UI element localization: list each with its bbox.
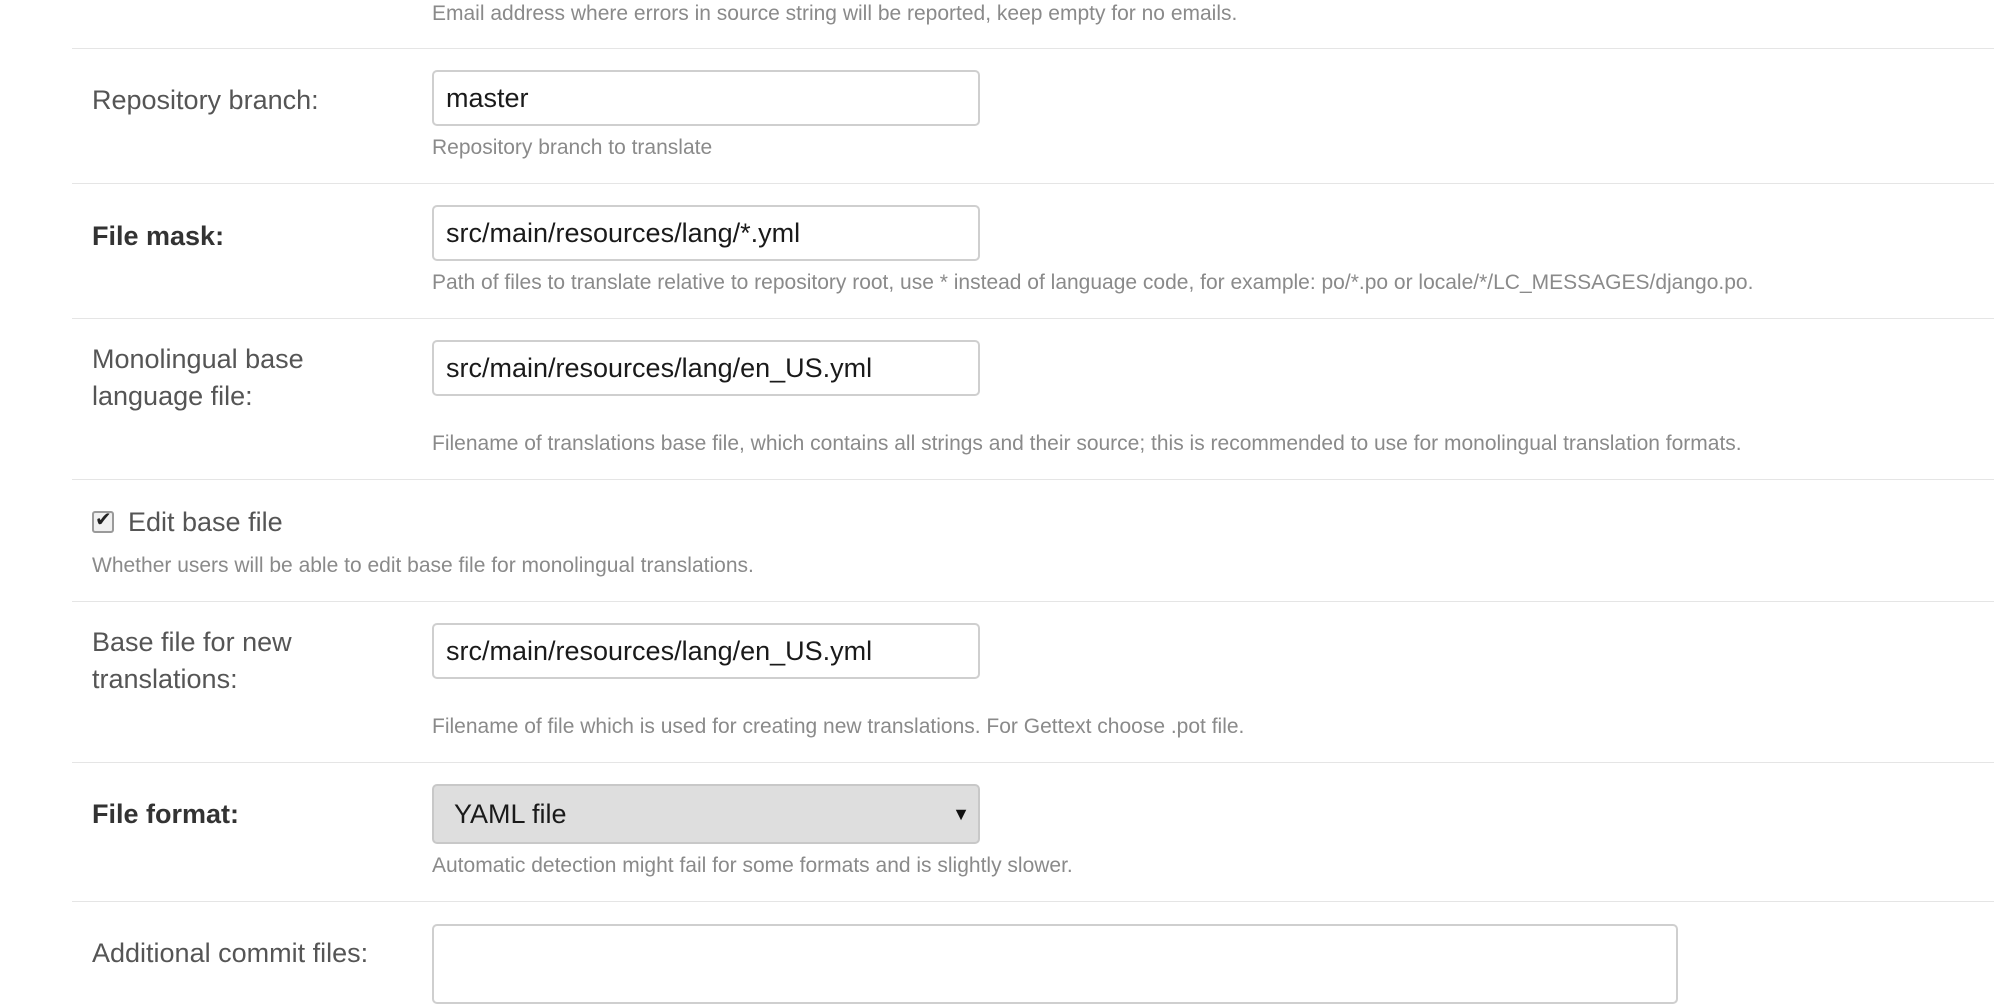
commit-files-label: Additional commit files: xyxy=(92,938,369,968)
chevron-down-icon: ▼ xyxy=(952,804,970,824)
new-base-help: Filename of file which is used for creat… xyxy=(432,715,1245,738)
edit-base-label[interactable]: Edit base file xyxy=(128,504,283,541)
mono-base-label-line2: language file: xyxy=(92,381,253,411)
email-row: Email address where errors in source str… xyxy=(72,0,1994,49)
new-base-input[interactable]: src/main/resources/lang/en_US.yml xyxy=(432,623,980,679)
file-mask-input[interactable]: src/main/resources/lang/*.yml xyxy=(432,205,980,261)
new-base-row: Base file for new translations: src/main… xyxy=(72,602,1994,763)
component-settings-form: Email address where errors in source str… xyxy=(72,0,1994,1004)
file-mask-row: File mask: src/main/resources/lang/*.yml… xyxy=(72,184,1994,319)
repo-branch-label: Repository branch: xyxy=(92,85,319,115)
edit-base-help: Whether users will be able to edit base … xyxy=(92,554,754,577)
checkmark-icon: ✔ xyxy=(95,509,112,531)
repo-branch-row: Repository branch: master Repository bra… xyxy=(72,49,1994,184)
mono-base-input[interactable]: src/main/resources/lang/en_US.yml xyxy=(432,340,980,396)
email-help: Email address where errors in source str… xyxy=(432,2,1238,25)
mono-base-label-line1: Monolingual base xyxy=(92,344,304,374)
file-format-help: Automatic detection might fail for some … xyxy=(432,854,1073,877)
file-mask-help: Path of files to translate relative to r… xyxy=(432,271,1754,294)
repo-branch-input[interactable]: master xyxy=(432,70,980,126)
new-base-label-line2: translations: xyxy=(92,664,238,694)
commit-files-textarea[interactable] xyxy=(432,924,1678,1004)
mono-base-row: Monolingual base language file: src/main… xyxy=(72,319,1994,480)
commit-files-row: Additional commit files: xyxy=(72,902,1994,1004)
file-format-select[interactable]: YAML file ▼ xyxy=(432,784,980,844)
mono-base-help: Filename of translations base file, whic… xyxy=(432,432,1742,455)
edit-base-checkbox[interactable]: ✔ xyxy=(92,509,114,533)
repo-branch-help: Repository branch to translate xyxy=(432,136,713,159)
file-format-label: File format: xyxy=(92,799,240,829)
edit-base-row: ✔ Edit base file Whether users will be a… xyxy=(72,480,1994,602)
file-format-row: File format: YAML file ▼ Automatic detec… xyxy=(72,763,1994,902)
file-mask-label: File mask: xyxy=(92,221,225,251)
new-base-label-line1: Base file for new xyxy=(92,627,292,657)
file-format-selected: YAML file xyxy=(454,799,567,829)
